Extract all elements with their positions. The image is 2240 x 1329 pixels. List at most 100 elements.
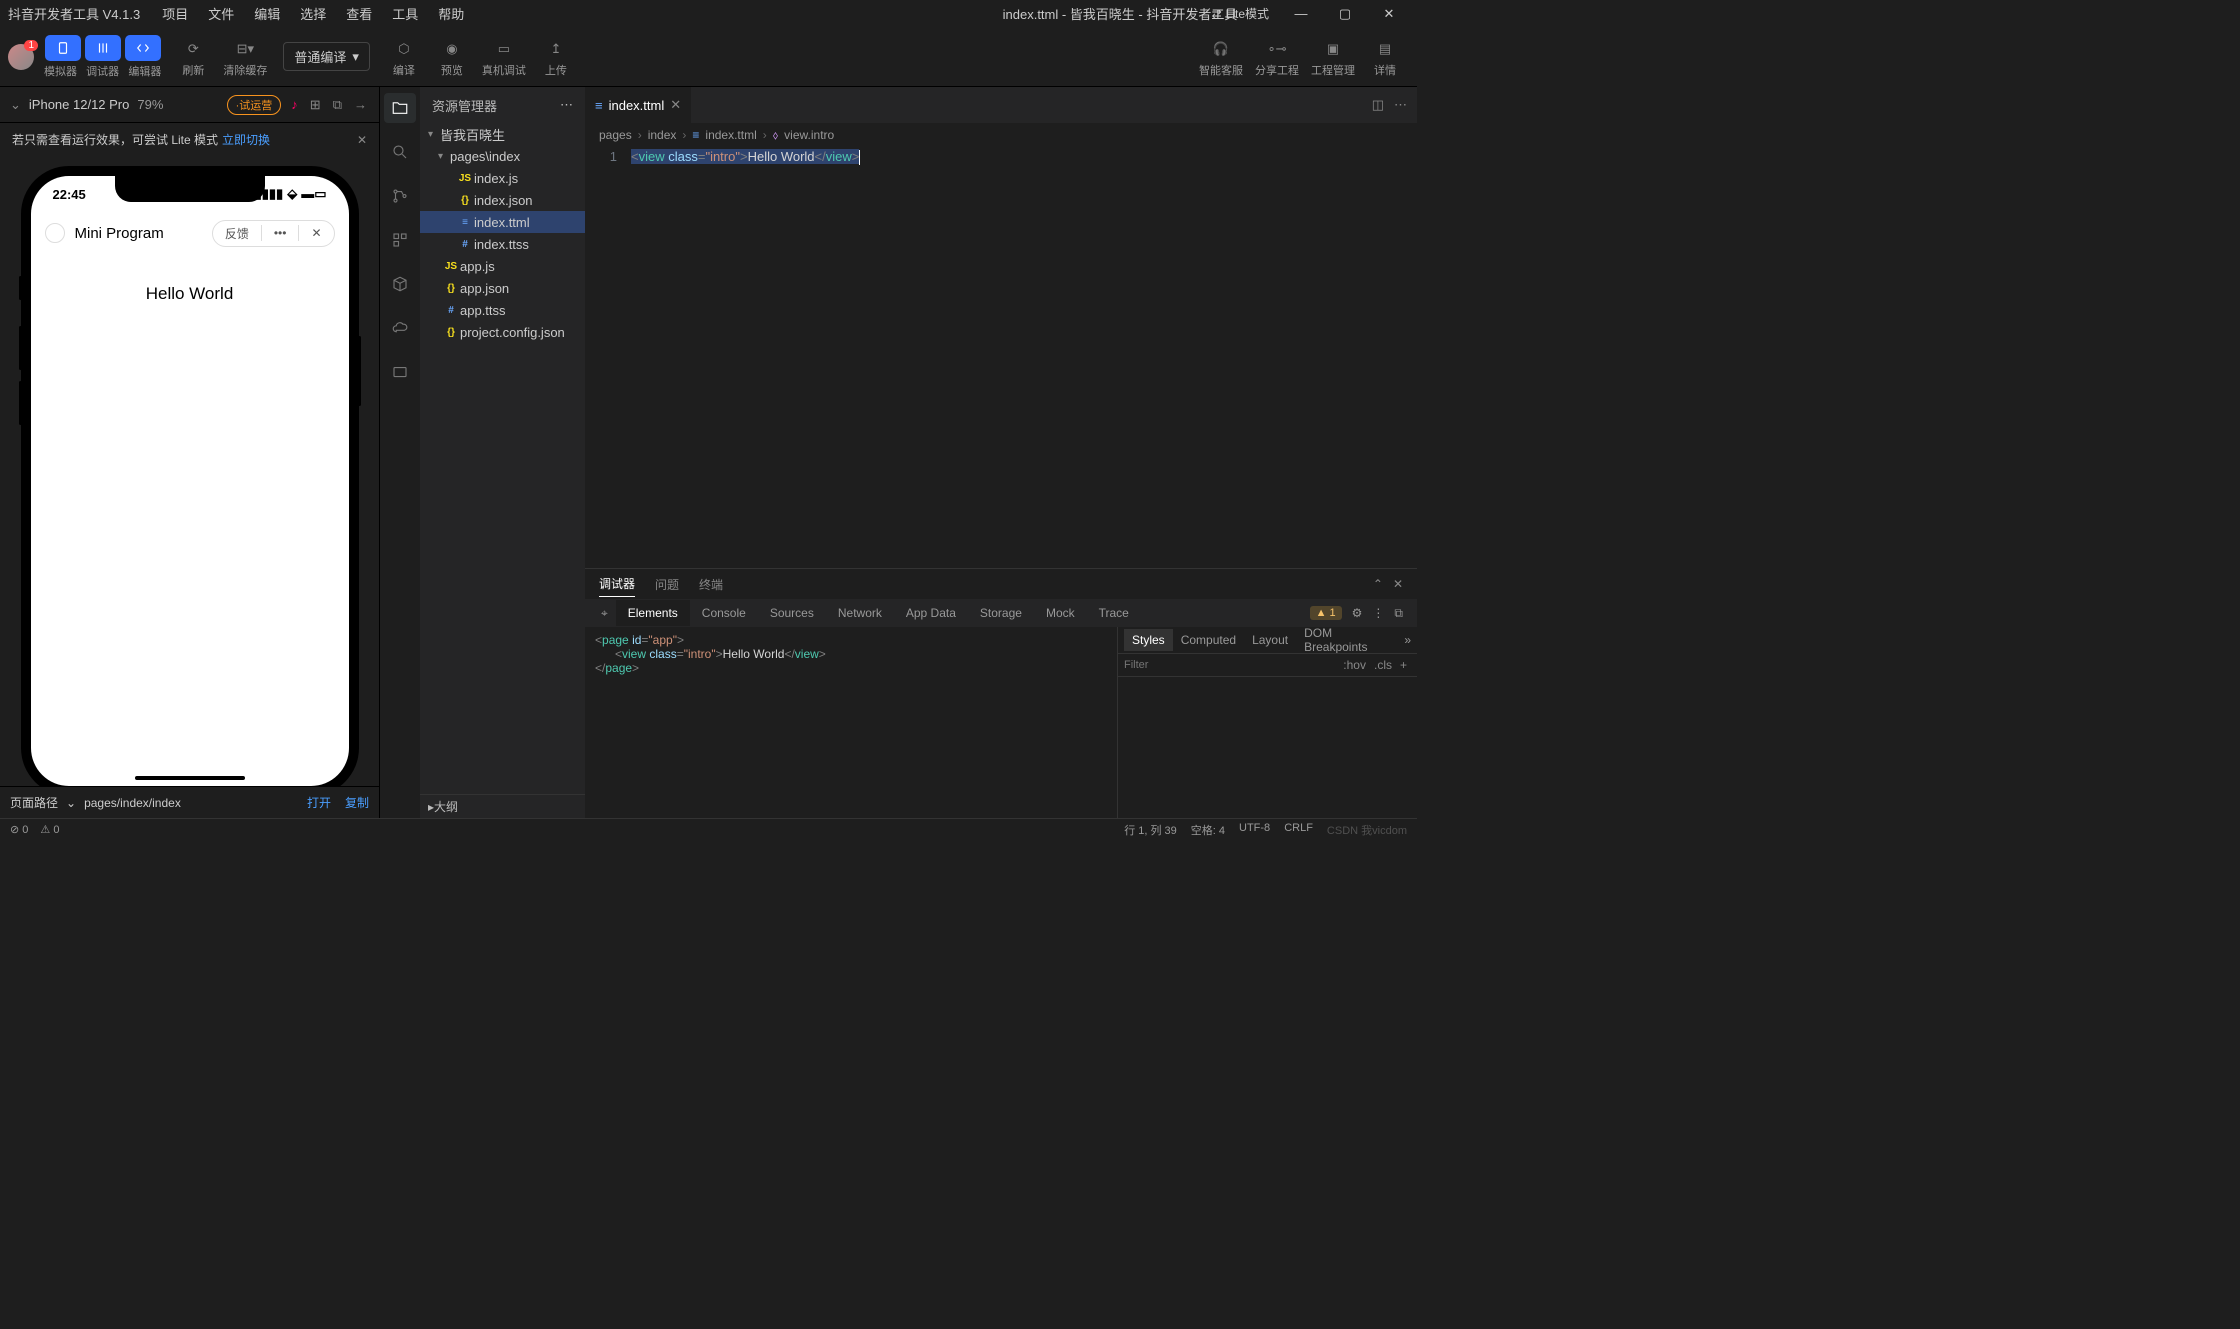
dt-tab-network[interactable]: Network	[826, 600, 894, 626]
close-mp-button[interactable]: ✕	[299, 222, 333, 244]
debugger-button[interactable]	[85, 35, 121, 61]
warning-count[interactable]: ⚠ 0	[40, 823, 59, 836]
tab-close-button[interactable]: ✕	[670, 97, 681, 113]
indent-setting[interactable]: 空格: 4	[1191, 822, 1225, 838]
maximize-button[interactable]: ▢	[1325, 0, 1365, 27]
trial-badge[interactable]: ·试运营	[227, 95, 282, 115]
more-icon[interactable]: ⋯	[1394, 97, 1407, 113]
file-index-ttml[interactable]: ≡index.ttml	[420, 211, 585, 233]
dock-icon[interactable]: ⧉	[1394, 606, 1403, 621]
gear-icon[interactable]: ⚙	[1352, 606, 1363, 620]
eol[interactable]: CRLF	[1284, 822, 1313, 838]
breadcrumb[interactable]: pages› index› ≡index.ttml› ⬨view.intro	[585, 123, 1417, 147]
cls-toggle[interactable]: .cls	[1370, 658, 1396, 672]
hov-toggle[interactable]: :hov	[1339, 658, 1370, 672]
minimize-button[interactable]: —	[1281, 0, 1321, 27]
layout-tab[interactable]: Layout	[1244, 629, 1296, 651]
menu-file[interactable]: 文件	[198, 0, 244, 27]
tip-close-button[interactable]: ✕	[357, 133, 367, 147]
preview-button[interactable]: ◉	[434, 36, 470, 62]
grid-icon[interactable]: ⊞	[308, 95, 323, 115]
explorer-tab[interactable]	[384, 93, 416, 123]
mp-capsule[interactable]: 反馈 ••• ✕	[212, 220, 335, 247]
editor-tab-index-ttml[interactable]: ≡ index.ttml ✕	[585, 87, 691, 123]
dt-tab-appdata[interactable]: App Data	[894, 600, 968, 626]
styles-filter-input[interactable]	[1124, 659, 1339, 671]
zoom-level[interactable]: 79%	[137, 97, 163, 112]
split-editor-icon[interactable]: ◫	[1372, 97, 1384, 113]
more-icon[interactable]: ⋯	[560, 97, 573, 113]
file-index-js[interactable]: JSindex.js	[420, 167, 585, 189]
compile-button[interactable]: ⬡	[386, 36, 422, 62]
more-icon[interactable]: »	[1404, 633, 1411, 647]
upload-button[interactable]: ↥	[538, 36, 574, 62]
chevron-down-icon[interactable]: ⌄	[10, 97, 21, 113]
inspect-icon[interactable]: ⌖	[593, 606, 616, 621]
music-icon[interactable]: ♪	[289, 95, 300, 114]
file-project-config[interactable]: {}project.config.json	[420, 321, 585, 343]
user-avatar[interactable]: 1	[8, 44, 34, 70]
elements-tree[interactable]: <page id="app"> <view class="intro">Hell…	[585, 627, 1117, 818]
device-select[interactable]: iPhone 12/12 Pro	[29, 97, 129, 112]
close-button[interactable]: ✕	[1369, 0, 1409, 27]
clear-cache-button[interactable]: ⊟▾	[227, 36, 263, 62]
editor-button[interactable]	[125, 35, 161, 61]
dt-tab-console[interactable]: Console	[690, 600, 758, 626]
more-button[interactable]: •••	[262, 222, 299, 244]
more-icon[interactable]: ⋮	[1372, 606, 1384, 620]
page-path-input[interactable]	[84, 796, 293, 810]
menu-project[interactable]: 项目	[152, 0, 198, 27]
compile-mode-select[interactable]: 普通编译▾	[283, 42, 370, 71]
chevron-down-icon[interactable]: ⌄	[66, 796, 76, 810]
cursor-position[interactable]: 行 1, 列 39	[1124, 822, 1177, 838]
dt-tab-sources[interactable]: Sources	[758, 600, 826, 626]
project-manage-button[interactable]: ▣	[1315, 36, 1351, 62]
switch-lite-link[interactable]: 立即切换	[222, 131, 270, 148]
styles-tab[interactable]: Styles	[1124, 629, 1173, 651]
search-tab[interactable]	[384, 137, 416, 167]
file-app-json[interactable]: {}app.json	[420, 277, 585, 299]
dt-tab-storage[interactable]: Storage	[968, 600, 1034, 626]
dt-tab-mock[interactable]: Mock	[1034, 600, 1087, 626]
share-project-button[interactable]: ∘⊸	[1259, 36, 1295, 62]
tree-folder[interactable]: ▾pages\index	[420, 145, 585, 167]
dt-tab-elements[interactable]: Elements	[616, 600, 690, 626]
data-tab[interactable]	[384, 357, 416, 387]
remote-debug-button[interactable]: ▭	[486, 36, 522, 62]
dt-tab-trace[interactable]: Trace	[1087, 600, 1141, 626]
error-count[interactable]: ⊘ 0	[10, 823, 28, 836]
file-app-ttss[interactable]: #app.ttss	[420, 299, 585, 321]
components-tab[interactable]	[384, 225, 416, 255]
code-editor[interactable]: 1 <view class="intro">Hello World</view>	[585, 147, 1417, 568]
menu-tools[interactable]: 工具	[382, 0, 428, 27]
menu-select[interactable]: 选择	[290, 0, 336, 27]
feedback-button[interactable]: 反馈	[213, 221, 261, 246]
open-path-button[interactable]: 打开	[307, 794, 331, 811]
refresh-button[interactable]: ⟳	[175, 36, 211, 62]
computed-tab[interactable]: Computed	[1173, 629, 1244, 651]
copy-path-button[interactable]: 复制	[345, 794, 369, 811]
cloud-tab[interactable]	[384, 313, 416, 343]
details-button[interactable]: ▤	[1367, 36, 1403, 62]
warning-badge[interactable]: ▲ 1	[1310, 606, 1342, 620]
tab-terminal[interactable]: 终端	[699, 572, 723, 597]
screenshot-icon[interactable]: ⧉	[331, 95, 344, 115]
menu-view[interactable]: 查看	[336, 0, 382, 27]
panel-up-icon[interactable]: ⌃	[1373, 577, 1383, 591]
menu-help[interactable]: 帮助	[428, 0, 474, 27]
file-index-ttss[interactable]: #index.ttss	[420, 233, 585, 255]
new-style-button[interactable]: +	[1396, 658, 1411, 672]
encoding[interactable]: UTF-8	[1239, 822, 1270, 838]
outline-section[interactable]: ▸ 大纲	[420, 794, 585, 818]
menu-edit[interactable]: 编辑	[244, 0, 290, 27]
scm-tab[interactable]	[384, 181, 416, 211]
simulator-button[interactable]	[45, 35, 81, 61]
panel-close-icon[interactable]: ✕	[1393, 577, 1403, 591]
package-tab[interactable]	[384, 269, 416, 299]
file-index-json[interactable]: {}index.json	[420, 189, 585, 211]
tree-root[interactable]: ▾皆我百晓生	[420, 123, 585, 145]
tab-problems[interactable]: 问题	[655, 572, 679, 597]
forward-icon[interactable]: →	[352, 95, 369, 114]
tab-debugger[interactable]: 调试器	[599, 571, 635, 597]
file-app-js[interactable]: JSapp.js	[420, 255, 585, 277]
